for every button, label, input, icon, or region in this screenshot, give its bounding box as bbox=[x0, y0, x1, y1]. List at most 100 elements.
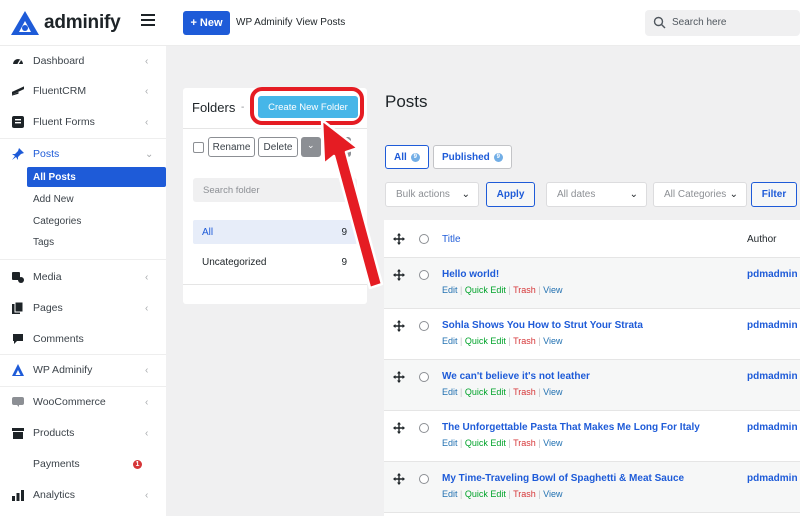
forms-icon bbox=[12, 116, 24, 128]
comment-icon bbox=[12, 333, 24, 345]
table-row: Sohla Shows You How to Strut Your Strata… bbox=[384, 309, 800, 360]
view-link[interactable]: View bbox=[543, 336, 562, 346]
all-categories-select[interactable]: All Categories ⌄ bbox=[653, 182, 747, 207]
move-icon[interactable] bbox=[393, 371, 405, 383]
sidebar-item-fluent-forms[interactable]: Fluent Forms ‹ bbox=[0, 107, 166, 137]
chevron-left-icon: ‹ bbox=[145, 85, 149, 97]
sidebar-item-comments[interactable]: Comments bbox=[0, 324, 166, 354]
sidebar-item-posts[interactable]: Posts ⌄ bbox=[0, 139, 166, 169]
row-radio[interactable] bbox=[419, 321, 429, 331]
select-all-checkbox[interactable] bbox=[193, 142, 204, 153]
page-title: Posts bbox=[385, 92, 428, 111]
quick-edit-link[interactable]: Quick Edit bbox=[465, 438, 506, 448]
delete-folder-button[interactable]: Delete bbox=[258, 137, 298, 157]
edit-link[interactable]: Edit bbox=[442, 489, 458, 499]
submenu-all-posts[interactable]: All Posts bbox=[27, 167, 166, 187]
author-link[interactable]: pdmadmin bbox=[747, 320, 798, 331]
chevron-left-icon: ‹ bbox=[145, 271, 149, 283]
sidebar-item-woocommerce[interactable]: WooCommerce ‹ bbox=[0, 387, 166, 417]
select-all-radio[interactable] bbox=[419, 234, 429, 244]
sidebar-item-fluentcrm[interactable]: FluentCRM ‹ bbox=[0, 76, 166, 106]
adminify-icon bbox=[12, 364, 24, 376]
move-icon bbox=[393, 233, 405, 245]
submenu-add-new[interactable]: Add New bbox=[27, 189, 166, 209]
post-title-link[interactable]: My Time-Traveling Bowl of Spaghetti & Me… bbox=[442, 473, 684, 484]
sidebar-item-payments[interactable]: Payments 1 bbox=[0, 449, 166, 479]
edit-link[interactable]: Edit bbox=[442, 336, 458, 346]
author-link[interactable]: pdmadmin bbox=[747, 473, 798, 484]
quick-edit-link[interactable]: Quick Edit bbox=[465, 336, 506, 346]
view-link[interactable]: View bbox=[543, 438, 562, 448]
post-title-link[interactable]: Sohla Shows You How to Strut Your Strata bbox=[442, 320, 643, 331]
submenu-tags[interactable]: Tags bbox=[27, 232, 166, 252]
row-radio[interactable] bbox=[419, 423, 429, 433]
divider bbox=[0, 259, 166, 260]
quick-edit-link[interactable]: Quick Edit bbox=[465, 489, 506, 499]
products-icon bbox=[12, 427, 24, 439]
move-icon[interactable] bbox=[393, 320, 405, 332]
row-actions: Edit | Quick Edit | Trash | View bbox=[442, 387, 563, 397]
edit-link[interactable]: Edit bbox=[442, 387, 458, 397]
wp-adminify-link[interactable]: WP Adminify bbox=[236, 17, 293, 28]
filter-button[interactable]: Filter bbox=[751, 182, 797, 207]
quick-edit-link[interactable]: Quick Edit bbox=[465, 387, 506, 397]
all-dates-select[interactable]: All dates ⌄ bbox=[546, 182, 647, 207]
post-title-link[interactable]: Hello world! bbox=[442, 269, 499, 280]
table-row: The Unforgettable Pasta That Makes Me Lo… bbox=[384, 411, 800, 462]
rename-folder-button[interactable]: Rename bbox=[208, 137, 255, 157]
chevron-left-icon: ‹ bbox=[145, 427, 149, 439]
sidebar-item-pages[interactable]: Pages ‹ bbox=[0, 293, 166, 323]
payments-badge: 1 bbox=[133, 459, 142, 469]
apply-button[interactable]: Apply bbox=[486, 182, 535, 207]
red-arrow-icon bbox=[320, 118, 384, 290]
trash-link[interactable]: Trash bbox=[513, 489, 536, 499]
pages-icon bbox=[12, 302, 24, 314]
chevron-left-icon: ‹ bbox=[145, 396, 149, 408]
menu-toggle-icon[interactable] bbox=[141, 14, 155, 28]
view-link[interactable]: View bbox=[543, 387, 562, 397]
trash-link[interactable]: Trash bbox=[513, 336, 536, 346]
new-button[interactable]: + New bbox=[183, 11, 230, 35]
media-icon bbox=[12, 271, 24, 283]
author-link[interactable]: pdmadmin bbox=[747, 269, 798, 280]
author-link[interactable]: pdmadmin bbox=[747, 371, 798, 382]
column-title[interactable]: Title bbox=[442, 234, 461, 245]
move-icon[interactable] bbox=[393, 269, 405, 281]
view-link[interactable]: View bbox=[543, 285, 562, 295]
sidebar-item-wp-adminify[interactable]: WP Adminify ‹ bbox=[0, 355, 166, 385]
author-link[interactable]: pdmadmin bbox=[747, 422, 798, 433]
row-radio[interactable] bbox=[419, 270, 429, 280]
sidebar-item-analytics[interactable]: Analytics ‹ bbox=[0, 480, 166, 510]
view-posts-link[interactable]: View Posts bbox=[296, 17, 345, 28]
move-icon[interactable] bbox=[393, 473, 405, 485]
quick-edit-link[interactable]: Quick Edit bbox=[465, 285, 506, 295]
fluentcrm-icon bbox=[12, 85, 24, 97]
plus-icon: + bbox=[190, 17, 197, 29]
trash-link[interactable]: Trash bbox=[513, 285, 536, 295]
posts-table: Title Author Hello world! Edit | Quick E… bbox=[384, 220, 800, 516]
sidebar-item-dashboard[interactable]: Dashboard ‹ bbox=[0, 46, 166, 76]
bulk-actions-select[interactable]: Bulk actions ⌄ bbox=[385, 182, 479, 207]
move-icon[interactable] bbox=[393, 422, 405, 434]
filter-published[interactable]: Published 9 bbox=[433, 145, 512, 169]
sidebar-item-products[interactable]: Products ‹ bbox=[0, 418, 166, 448]
row-radio[interactable] bbox=[419, 372, 429, 382]
brand[interactable]: adminify bbox=[10, 10, 121, 36]
top-bar: adminify + New WP Adminify View Posts Se… bbox=[0, 0, 800, 46]
row-radio[interactable] bbox=[419, 474, 429, 484]
sidebar-item-media[interactable]: Media ‹ bbox=[0, 262, 166, 292]
chevron-down-icon: ⌄ bbox=[629, 189, 638, 200]
trash-link[interactable]: Trash bbox=[513, 387, 536, 397]
edit-link[interactable]: Edit bbox=[442, 285, 458, 295]
edit-link[interactable]: Edit bbox=[442, 438, 458, 448]
trash-link[interactable]: Trash bbox=[513, 438, 536, 448]
top-search-input[interactable]: Search here bbox=[645, 10, 800, 36]
filter-all[interactable]: All 9 bbox=[385, 145, 429, 169]
post-title-link[interactable]: The Unforgettable Pasta That Makes Me Lo… bbox=[442, 422, 700, 433]
count-badge: 9 bbox=[410, 152, 420, 162]
woocommerce-icon bbox=[12, 396, 24, 408]
submenu-categories[interactable]: Categories bbox=[27, 211, 166, 231]
post-title-link[interactable]: We can't believe it's not leather bbox=[442, 371, 590, 382]
sidebar: Dashboard ‹ FluentCRM ‹ Fluent Forms ‹ P… bbox=[0, 46, 166, 516]
view-link[interactable]: View bbox=[543, 489, 562, 499]
